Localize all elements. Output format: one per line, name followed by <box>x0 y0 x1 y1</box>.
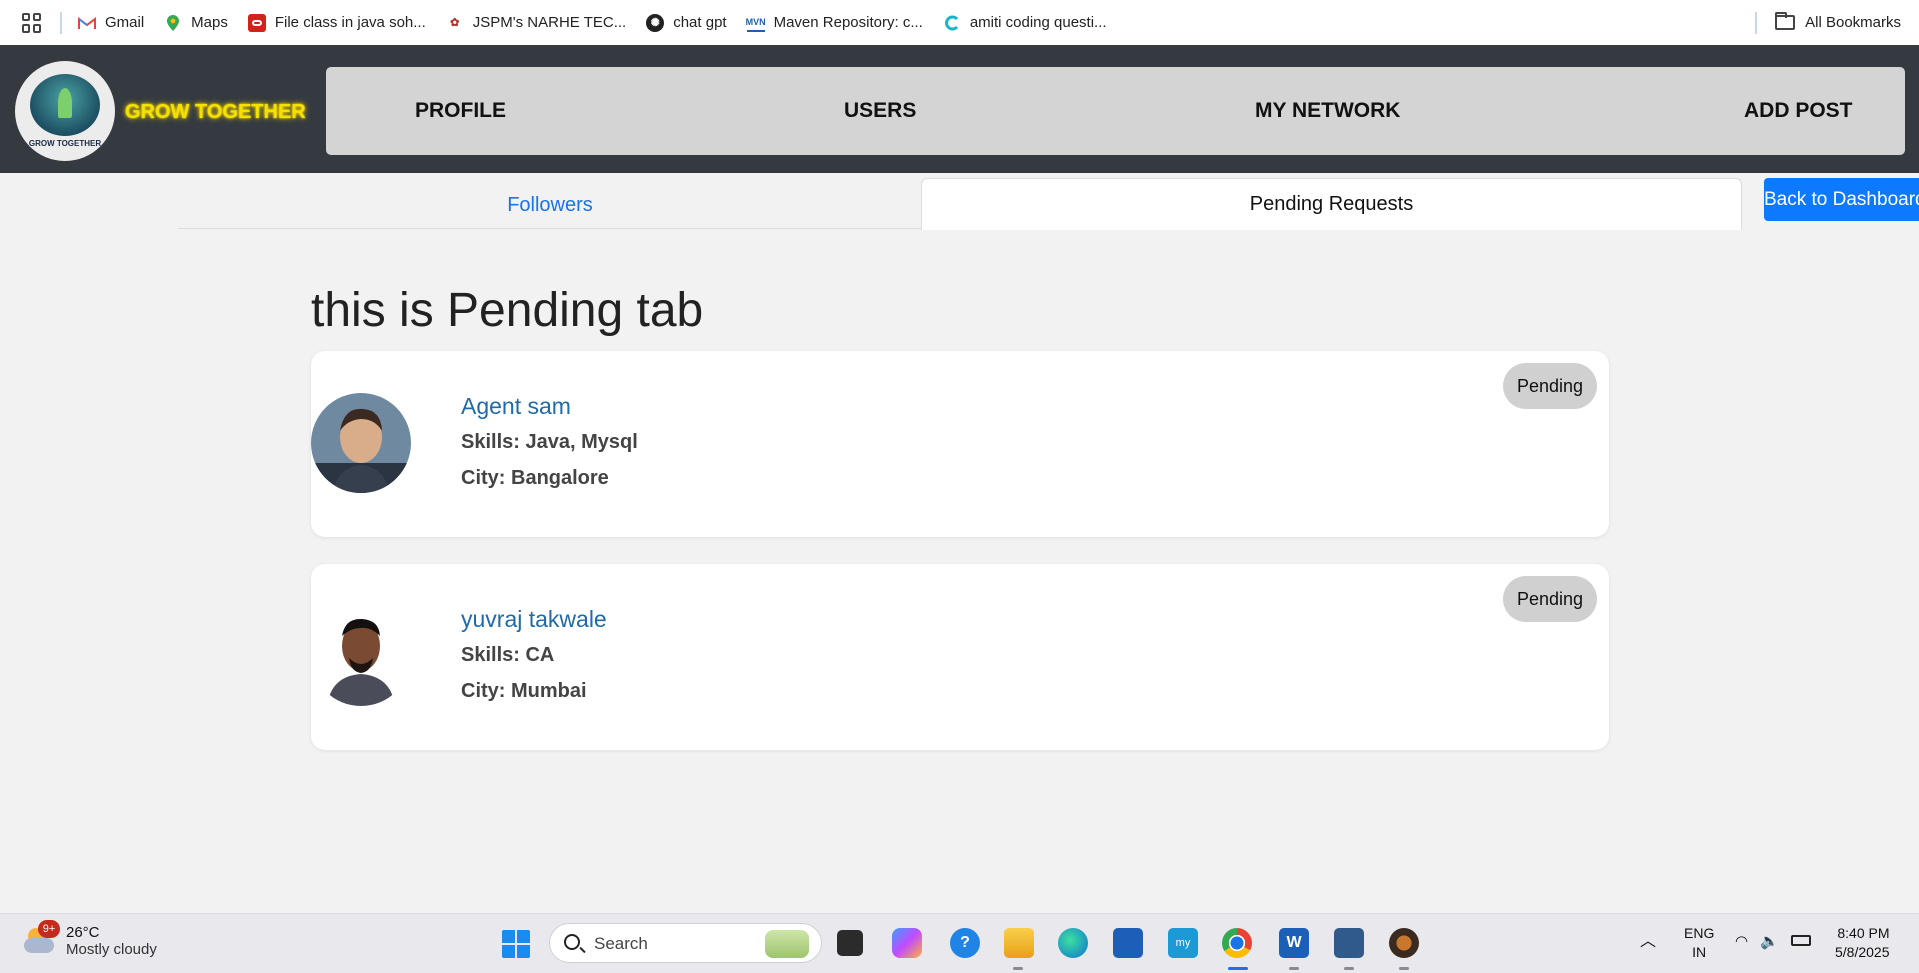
coding-icon <box>943 14 961 32</box>
pending-status-button[interactable]: Pending <box>1503 576 1597 622</box>
nav-users[interactable]: USERS <box>844 67 916 155</box>
bookmark-label: amiti coding questi... <box>969 14 1107 31</box>
region-label: IN <box>1692 944 1707 960</box>
myhp-icon[interactable]: my <box>1168 928 1198 958</box>
running-indicator <box>1013 967 1023 970</box>
nav-profile[interactable]: PROFILE <box>415 67 506 155</box>
apps-grid-icon[interactable] <box>22 12 42 33</box>
avatar <box>311 606 411 706</box>
running-indicator <box>1289 967 1299 970</box>
mysql-workbench-icon[interactable] <box>1334 928 1364 958</box>
maps-icon <box>164 14 182 32</box>
weather-cloud-icon: 9+ <box>22 920 60 956</box>
bookmarks-divider <box>60 11 62 34</box>
bookmark-label: Maps <box>191 14 228 31</box>
nav-my-network[interactable]: MY NETWORK <box>1255 67 1400 155</box>
notification-badge: 9+ <box>38 920 60 938</box>
bookmark-label: chat gpt <box>673 14 727 31</box>
bookmark-label: File class in java soh... <box>274 14 426 31</box>
user-skills: Skills: Java, Mysql <box>461 431 638 453</box>
app-logo[interactable]: GROW TOGETHER <box>15 61 115 161</box>
request-card: Agent sam Skills: Java, Mysql City: Bang… <box>311 351 1609 537</box>
taskbar-search-input[interactable]: Search <box>549 923 822 963</box>
jspm-icon: ✿ <box>450 17 460 29</box>
search-highlight-icon <box>765 930 809 958</box>
active-app-indicator <box>1228 967 1248 970</box>
app-header: GROW TOGETHER GROW TOGETHER PROFILE USER… <box>0 45 1919 173</box>
chrome-browser-icon[interactable] <box>1222 928 1252 958</box>
file-explorer-icon[interactable] <box>1004 928 1034 958</box>
microsoft-store-icon[interactable] <box>1113 928 1143 958</box>
running-indicator <box>1399 967 1409 970</box>
help-icon[interactable]: ? <box>950 928 980 958</box>
brand-title: GROW TOGETHER <box>125 101 306 123</box>
wifi-icon: ◠ <box>1735 933 1749 950</box>
bookmark-gmail[interactable]: Gmail <box>78 14 144 32</box>
battery-icon <box>1790 935 1811 946</box>
bookmark-label: Maven Repository: c... <box>773 14 923 31</box>
all-bookmarks[interactable]: All Bookmarks <box>1755 0 1901 45</box>
bookmark-label: Gmail <box>105 14 145 31</box>
bookmark-file-class[interactable]: File class in java soh... <box>247 13 426 32</box>
tab-followers[interactable]: Followers <box>178 183 922 228</box>
all-bookmarks-label: All Bookmarks <box>1805 14 1901 31</box>
bookmark-amiti[interactable]: amiti coding questi... <box>943 14 1107 32</box>
search-placeholder: Search <box>594 934 648 953</box>
weather-temperature: 26°C <box>66 924 100 941</box>
logo-text: GROW TOGETHER <box>28 139 102 148</box>
user-name-link[interactable]: yuvraj takwale <box>461 606 607 633</box>
folder-icon <box>1775 12 1796 30</box>
language-label: ENG <box>1684 925 1715 941</box>
volume-icon: 🔈 <box>1760 933 1779 950</box>
maven-icon: MVN <box>746 14 766 32</box>
windows-start-icon[interactable] <box>502 930 530 958</box>
running-indicator <box>1344 967 1354 970</box>
bookmark-chat-gpt[interactable]: ✺ chat gpt <box>646 13 727 32</box>
clock-date: 5/8/2025 <box>1835 944 1890 960</box>
request-card: yuvraj takwale Skills: CA City: Mumbai P… <box>311 564 1609 750</box>
oracle-icon <box>247 13 266 32</box>
bookmark-maps[interactable]: Maps <box>164 14 228 32</box>
copilot-icon[interactable] <box>892 928 922 958</box>
bookmark-label: JSPM's NARHE TEC... <box>472 14 627 31</box>
bookmark-maven[interactable]: MVN Maven Repository: c... <box>746 14 923 32</box>
gmail-icon <box>78 14 96 32</box>
app-icon[interactable] <box>1389 928 1419 958</box>
back-to-dashboard-button[interactable]: Back to Dashboard <box>1764 178 1919 221</box>
avatar <box>311 393 411 493</box>
clock-time: 8:40 PM <box>1837 925 1890 941</box>
task-view-icon[interactable] <box>837 930 863 956</box>
edge-browser-icon[interactable] <box>1058 928 1088 958</box>
weather-widget[interactable]: 9+ 26°C Mostly cloudy <box>22 920 157 958</box>
tab-pending-requests[interactable]: Pending Requests <box>921 178 1742 230</box>
nav-add-post[interactable]: ADD POST <box>1744 67 1853 155</box>
logo-emblem-icon <box>30 74 100 136</box>
bookmarks-bar: Gmail Maps File class in java soh... ✿ J… <box>0 0 1919 45</box>
bookmark-jspm[interactable]: ✿ JSPM's NARHE TEC... <box>446 14 626 32</box>
weather-description: Mostly cloudy <box>66 941 157 958</box>
main-nav: PROFILE USERS MY NETWORK ADD POST <box>326 67 1905 155</box>
user-city: City: Mumbai <box>461 680 587 702</box>
user-city: City: Bangalore <box>461 467 609 489</box>
chevron-up-icon[interactable]: ︿ <box>1640 932 1656 951</box>
page-title: this is Pending tab <box>311 284 704 337</box>
language-indicator[interactable]: ENG IN <box>1684 924 1714 962</box>
system-tray[interactable]: ◠ 🔈 <box>1735 932 1811 951</box>
user-skills: Skills: CA <box>461 644 555 666</box>
word-icon[interactable]: W <box>1279 928 1309 958</box>
search-icon <box>564 934 580 950</box>
pending-status-button[interactable]: Pending <box>1503 363 1597 409</box>
user-name-link[interactable]: Agent sam <box>461 393 571 420</box>
chatgpt-icon: ✺ <box>646 13 665 32</box>
clock[interactable]: 8:40 PM 5/8/2025 <box>1835 924 1890 962</box>
windows-taskbar: 9+ 26°C Mostly cloudy Search ? my W ︿ EN… <box>0 913 1919 973</box>
bookmarks-divider <box>1755 11 1758 34</box>
